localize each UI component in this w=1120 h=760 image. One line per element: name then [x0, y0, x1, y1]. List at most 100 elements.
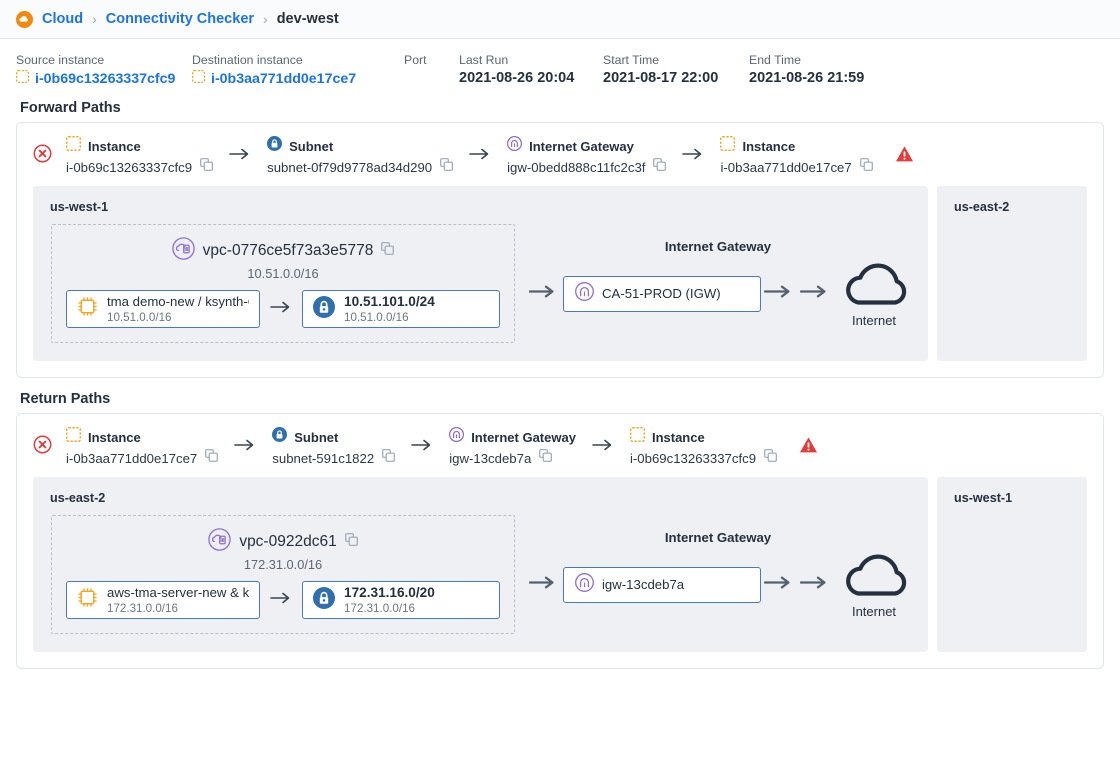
instance-node-cidr: 172.31.0.0/16 — [107, 602, 178, 616]
meta-source-value[interactable]: i-0b69c13263337cfc9 — [35, 71, 175, 87]
hop-internet-gateway: Internet Gateway igw-13cdeb7a — [449, 426, 576, 467]
hop-type-label: Instance — [651, 429, 705, 445]
hop-subnet: Subnet subnet-0f79d9778ad34d290 — [267, 136, 454, 176]
copy-icon[interactable] — [440, 158, 454, 176]
node-arrow-icon — [270, 300, 292, 319]
subnet-lock-icon — [313, 586, 336, 614]
instance-icon — [15, 69, 30, 87]
warning-triangle-icon[interactable] — [895, 145, 914, 168]
flow-arrow-icon — [799, 284, 830, 304]
copy-icon[interactable] — [344, 533, 358, 551]
meta-destination-value[interactable]: i-0b3aa771dd0e17ce7 — [211, 71, 356, 87]
copy-icon[interactable] — [653, 158, 667, 176]
region-us-east-2: us-east-2 — [33, 477, 928, 652]
region-us-east-2: us-east-2 — [937, 186, 1087, 361]
instance-icon — [720, 135, 736, 156]
subnet-node-cidr: 172.31.0.0/16 — [344, 602, 415, 616]
subnet-node-name: 172.31.16.0/20 — [344, 585, 435, 601]
subnet-node-name: 10.51.101.0/24 — [344, 294, 435, 310]
subnet-node-cidr: 10.51.0.0/16 — [344, 311, 409, 325]
instance-node[interactable]: aws-tma-server-new & ksynth-VA 172.31.0.… — [66, 581, 261, 619]
meta-start-time: Start Time 2021-08-17 22:00 — [603, 53, 749, 87]
hop-id-value: i-0b69c13263337cfc9 — [66, 159, 193, 175]
meta-end-time-value: 2021-08-26 21:59 — [749, 70, 865, 86]
hop-id-value: subnet-0f79d9778ad34d290 — [267, 159, 433, 175]
region-label: us-east-2 — [50, 491, 106, 505]
hop-instance-destination: Instance i-0b3aa771dd0e17ce7 — [720, 135, 873, 176]
meta-last-run: Last Run 2021-08-26 20:04 — [459, 53, 603, 87]
vpc-container: vpc-0776ce5f73a3e5778 10.51.0.0/16 tma d… — [51, 224, 515, 343]
cloud-icon — [841, 554, 907, 602]
node-arrow-icon — [270, 591, 292, 610]
cloud-icon — [841, 263, 907, 311]
instance-node-cidr: 10.51.0.0/16 — [107, 311, 172, 325]
internet-gateway-group: Internet Gateway — [528, 239, 907, 328]
hop-type-label: Instance — [88, 138, 141, 154]
hop-type-label: Subnet — [294, 429, 339, 445]
copy-icon[interactable] — [200, 158, 214, 176]
hop-id-value: subnet-591c1822 — [272, 450, 375, 466]
subnet-node[interactable]: 10.51.101.0/24 10.51.0.0/16 — [302, 290, 500, 328]
meta-end-time-label: End Time — [749, 53, 801, 67]
forward-region-canvas: us-west-1 vpc-0776ce5f73a3e5778 10.51.0.… — [17, 186, 1103, 377]
copy-icon[interactable] — [382, 449, 396, 467]
meta-destination-instance: Destination instance i-0b3aa771dd0e17ce7 — [191, 53, 404, 87]
internet-label: Internet — [851, 604, 897, 619]
vpc-icon — [208, 528, 232, 556]
internet-cloud-group: Internet — [841, 259, 907, 328]
breadcrumb-item-cloud[interactable]: Cloud — [42, 11, 83, 27]
run-metadata-bar: Source instance i-0b69c13263337cfc9 Dest… — [0, 39, 1120, 87]
breadcrumb-separator: › — [92, 11, 97, 27]
internet-gateway-icon — [575, 281, 594, 306]
vpc-cidr: 172.31.0.0/16 — [243, 557, 323, 572]
forward-paths-panel: Instance i-0b69c13263337cfc9 Subnet subn… — [16, 122, 1104, 378]
hop-instance-source: Instance i-0b3aa771dd0e17ce7 — [65, 426, 219, 467]
hop-arrow-icon — [234, 438, 256, 457]
instance-icon — [191, 69, 206, 87]
instance-node[interactable]: tma demo-new / ksynth-CA 10.51.0.0/16 — [66, 290, 261, 328]
breadcrumb-item-current: dev-west — [276, 11, 339, 27]
vpc-name: vpc-0776ce5f73a3e5778 — [202, 242, 374, 259]
meta-source-instance: Source instance i-0b69c13263337cfc9 — [15, 53, 192, 87]
hop-subnet: Subnet subnet-591c1822 — [272, 427, 396, 467]
region-label: us-west-1 — [954, 491, 1013, 505]
cloud-logo-icon — [16, 10, 33, 28]
hop-id-value: i-0b69c13263337cfc9 — [629, 450, 757, 466]
hop-type-label: Instance — [88, 429, 141, 445]
internet-gateway-label: Internet Gateway — [664, 530, 772, 545]
hop-arrow-icon — [592, 438, 614, 457]
instance-node-name: tma demo-new / ksynth-CA — [107, 294, 249, 310]
flow-arrow-icon — [528, 284, 557, 304]
internet-gateway-group: Internet Gateway — [528, 530, 907, 619]
subnet-node[interactable]: 172.31.16.0/20 172.31.0.0/16 — [302, 581, 500, 619]
hop-type-label: Subnet — [289, 138, 334, 154]
internet-gateway-icon — [449, 426, 465, 447]
meta-last-run-value: 2021-08-26 20:04 — [459, 70, 575, 86]
copy-icon[interactable] — [381, 242, 395, 260]
instance-chip-icon — [77, 587, 98, 613]
instance-icon — [629, 426, 646, 447]
internet-gateway-node[interactable]: igw-13cdeb7a — [563, 566, 761, 603]
hop-type-label: Internet Gateway — [471, 429, 576, 445]
copy-icon[interactable] — [539, 449, 553, 467]
breadcrumb-item-connectivity-checker[interactable]: Connectivity Checker — [106, 11, 254, 27]
copy-icon[interactable] — [205, 449, 219, 467]
meta-end-time: End Time 2021-08-26 21:59 — [749, 53, 899, 87]
meta-last-run-label: Last Run — [459, 53, 509, 67]
internet-cloud-group: Internet — [841, 550, 907, 619]
hop-id-value: i-0b3aa771dd0e17ce7 — [720, 159, 852, 175]
warning-triangle-icon[interactable] — [799, 436, 818, 459]
internet-gateway-icon — [575, 572, 594, 597]
hop-arrow-icon — [469, 147, 491, 166]
copy-icon[interactable] — [859, 158, 873, 176]
hop-arrow-icon — [229, 147, 251, 166]
region-label: us-east-2 — [954, 200, 1010, 214]
hop-instance-destination: Instance i-0b69c13263337cfc9 — [629, 426, 777, 467]
meta-source-label: Source instance — [16, 53, 105, 67]
copy-icon[interactable] — [764, 449, 777, 467]
hop-arrow-icon — [682, 147, 704, 166]
vpc-container: vpc-0922dc61 172.31.0.0/16 aws-tma-serve… — [51, 515, 515, 634]
internet-gateway-node[interactable]: CA-51-PROD (IGW) — [563, 275, 761, 312]
internet-label: Internet — [851, 313, 897, 328]
hop-internet-gateway: Internet Gateway igw-0bedd888c11fc2c3f — [507, 135, 667, 176]
